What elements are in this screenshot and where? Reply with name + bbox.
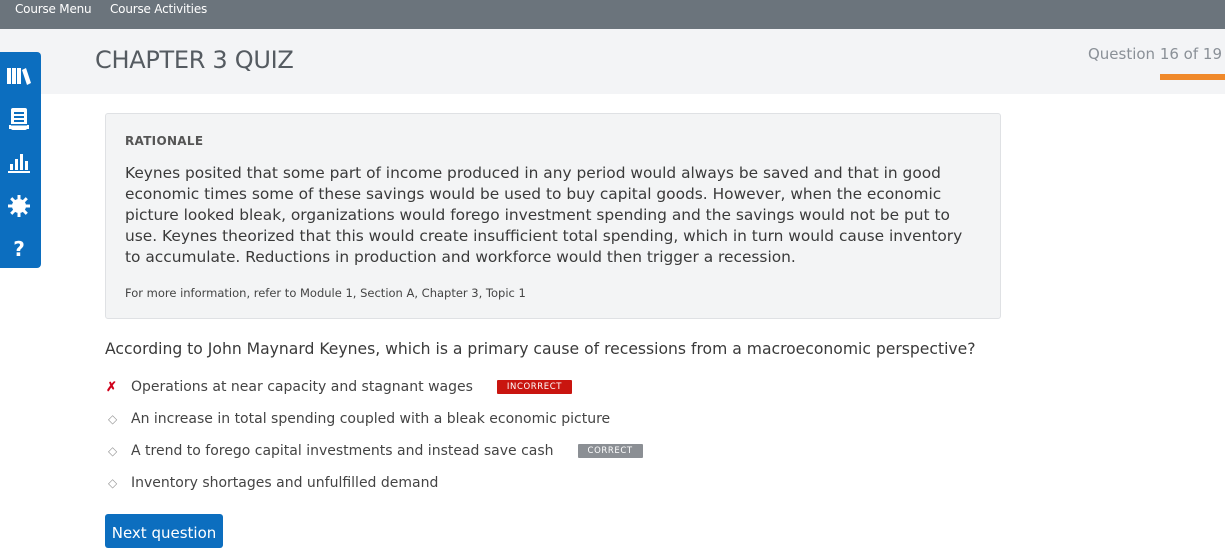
answer-text: An increase in total spending coupled wi… — [131, 411, 611, 427]
rationale-heading: RATIONALE — [125, 134, 204, 148]
page-title: CHAPTER 3 QUIZ — [95, 46, 294, 74]
answer-text: A trend to forego capital investments an… — [131, 443, 554, 459]
rationale-panel: RATIONALE Keynes posited that some part … — [105, 113, 1001, 319]
help-icon[interactable]: ? — [5, 235, 33, 263]
diamond-bullet-icon: ◇ — [108, 412, 118, 426]
side-toolbar: ? — [0, 52, 41, 268]
diamond-bullet-icon: ◇ — [108, 476, 118, 490]
next-question-button[interactable]: Next question — [105, 514, 223, 548]
progress-bar — [1160, 74, 1225, 80]
diamond-bullet-icon: ◇ — [108, 444, 118, 458]
answer-option-4: ◇ Inventory shortages and unfulfilled de… — [105, 472, 438, 494]
library-icon[interactable] — [5, 62, 33, 90]
correct-badge: CORRECT — [577, 444, 643, 458]
incorrect-badge: INCORRECT — [496, 380, 573, 394]
rationale-reference: For more information, refer to Module 1,… — [125, 286, 526, 300]
gear-icon[interactable] — [5, 192, 33, 220]
bar-chart-icon[interactable] — [5, 148, 33, 176]
answer-option-1: ✗ Operations at near capacity and stagna… — [105, 376, 573, 398]
answer-option-3: ◇ A trend to forego capital investments … — [105, 440, 643, 462]
answer-option-2: ◇ An increase in total spending coupled … — [105, 408, 610, 430]
course-activities-link[interactable]: Course Activities — [110, 2, 207, 16]
answer-text: Inventory shortages and unfulfilled dema… — [131, 475, 439, 491]
question-counter: Question 16 of 19 — [1087, 45, 1222, 63]
answer-text: Operations at near capacity and stagnant… — [131, 379, 473, 395]
notebook-icon[interactable] — [5, 105, 33, 133]
top-nav-bar: Course Menu Course Activities — [0, 0, 1225, 29]
quiz-header: CHAPTER 3 QUIZ Question 16 of 19 — [0, 29, 1225, 94]
incorrect-x-icon: ✗ — [106, 379, 117, 394]
question-text: According to John Maynard Keynes, which … — [105, 340, 976, 358]
rationale-text: Keynes posited that some part of income … — [125, 164, 963, 266]
course-menu-link[interactable]: Course Menu — [15, 2, 92, 16]
